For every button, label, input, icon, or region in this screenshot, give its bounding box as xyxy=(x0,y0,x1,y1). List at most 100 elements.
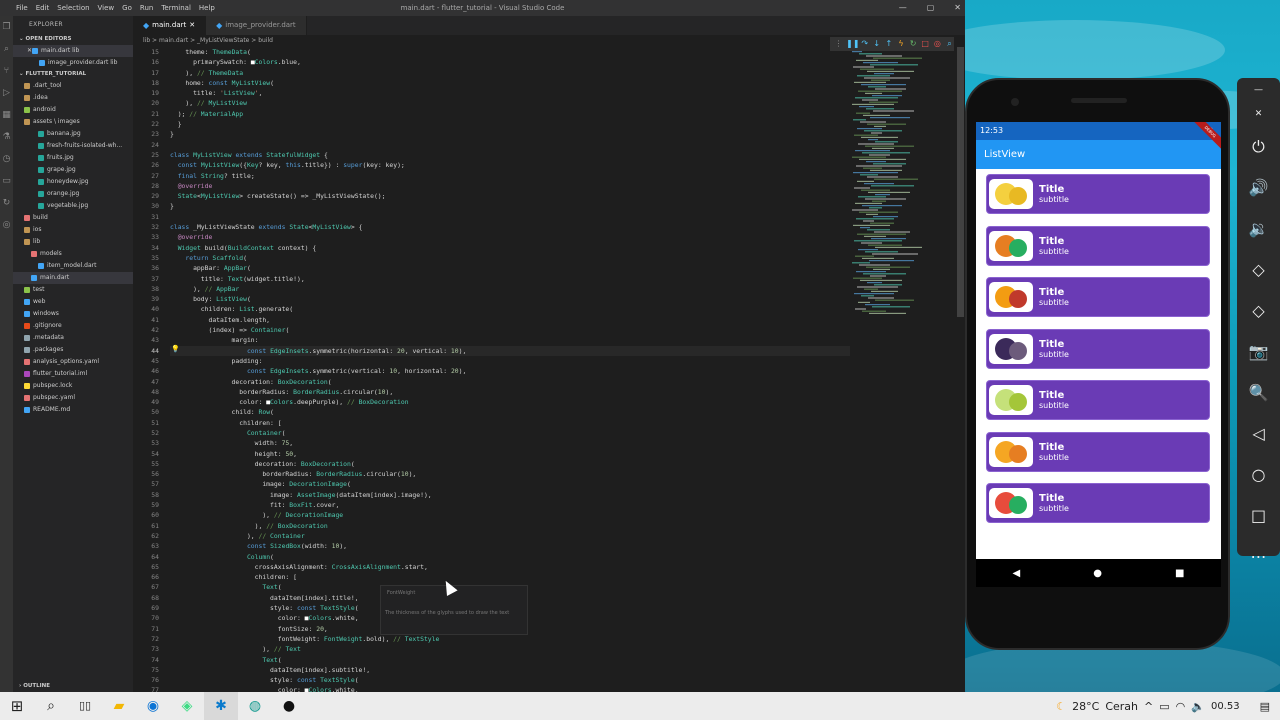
code-line[interactable]: body: ListView( xyxy=(170,294,850,304)
close-icon[interactable]: ✕ xyxy=(189,16,195,35)
list-item[interactable]: Title subtitle xyxy=(986,277,1210,317)
run-debug-icon[interactable]: ▷ xyxy=(0,82,13,104)
camera-icon[interactable]: 📷 xyxy=(1237,331,1280,372)
code-line[interactable]: Text( xyxy=(170,655,850,665)
code-line[interactable]: Widget build(BuildContext context) { xyxy=(170,243,850,253)
tree-item[interactable]: .idea xyxy=(13,92,133,104)
more-icon[interactable]: ⋯ xyxy=(1237,536,1280,577)
tree-item[interactable]: item_model.dart xyxy=(13,260,133,272)
code-line[interactable]: title: 'ListView', xyxy=(170,88,850,98)
minimap[interactable] xyxy=(850,47,956,692)
home-icon[interactable]: ● xyxy=(1093,568,1102,579)
outline-header[interactable]: › OUTLINE xyxy=(13,681,133,692)
list-item[interactable]: Title subtitle xyxy=(986,380,1210,420)
wifi-icon[interactable]: ◠ xyxy=(1176,700,1186,713)
minimize-icon[interactable]: — xyxy=(1237,78,1280,102)
code-line[interactable]: ), // ThemeData xyxy=(170,68,850,78)
task-view-icon[interactable]: ▯▯ xyxy=(68,692,102,720)
tree-item[interactable]: ios xyxy=(13,224,133,236)
list-item[interactable]: Title subtitle xyxy=(986,225,1210,266)
volume-down-icon[interactable]: 🔉 xyxy=(1237,208,1280,249)
code-line[interactable]: ), // MyListView xyxy=(170,98,850,108)
search-icon[interactable]: ⌕ xyxy=(0,38,13,60)
home-icon[interactable]: ○ xyxy=(1237,454,1280,495)
tree-item[interactable]: .metadata xyxy=(13,332,133,344)
code-line[interactable]: State<MyListView> createState() => _MyLi… xyxy=(170,191,850,201)
code-line[interactable]: return Scaffold( xyxy=(170,253,850,263)
tree-item[interactable]: android xyxy=(13,104,133,116)
rotate-left-icon[interactable]: ◇ xyxy=(1237,249,1280,290)
list-item[interactable]: Title subtitle xyxy=(986,174,1210,214)
teams-icon[interactable]: ◍ xyxy=(238,692,272,720)
tree-item[interactable]: flutter_tutorial.iml xyxy=(13,368,133,380)
code-line[interactable]: ), // Text xyxy=(170,644,850,654)
code-line[interactable]: } xyxy=(170,129,850,139)
open-editors-header[interactable]: ⌄ OPEN EDITORS xyxy=(13,34,133,45)
volume-up-icon[interactable]: 🔊 xyxy=(1237,167,1280,208)
globe-icon[interactable]: ◎ xyxy=(0,214,13,236)
code-line[interactable]: const EdgeInsets.symmetric(vertical: 10,… xyxy=(170,366,850,376)
back-icon[interactable]: ◁ xyxy=(1237,413,1280,454)
git-lens-icon[interactable]: ◷ xyxy=(0,148,13,170)
network-icon[interactable]: ▭ xyxy=(1159,700,1169,713)
tree-item[interactable]: README.md xyxy=(13,404,133,416)
tree-item[interactable]: test xyxy=(13,284,133,296)
code-line[interactable]: ); // MaterialApp xyxy=(170,109,850,119)
chevron-up-icon[interactable]: ^ xyxy=(1144,700,1153,713)
tree-item[interactable]: .dart_tool xyxy=(13,80,133,92)
minimize-icon[interactable]: — xyxy=(899,0,907,16)
code-line[interactable]: image: AssetImage(dataItem[index].image!… xyxy=(170,490,850,500)
code-line[interactable]: children: List.generate( xyxy=(170,304,850,314)
search-icon[interactable]: ⌕ xyxy=(34,692,68,720)
notifications-icon[interactable]: ▤ xyxy=(1260,700,1270,713)
open-editor-item[interactable]: ✕ main.dart lib xyxy=(13,45,133,57)
scrollbar-thumb[interactable] xyxy=(957,47,964,317)
code-line[interactable] xyxy=(170,140,850,150)
list-item[interactable]: Title subtitle xyxy=(986,328,1210,369)
tree-item[interactable]: .gitignore xyxy=(13,320,133,332)
code-line[interactable]: const MyListView({Key? key, this.title})… xyxy=(170,160,850,170)
volume-icon[interactable]: 🔈 xyxy=(1191,700,1205,713)
code-line[interactable]: } xyxy=(170,201,850,211)
back-icon[interactable]: ◀ xyxy=(1013,568,1021,579)
tree-item[interactable]: models xyxy=(13,248,133,260)
code-line[interactable] xyxy=(170,212,850,222)
code-line[interactable]: home: const MyListView( xyxy=(170,78,850,88)
code-line[interactable]: Container( xyxy=(170,428,850,438)
code-line[interactable]: ), // Container xyxy=(170,531,850,541)
code-line[interactable]: style: const TextStyle( xyxy=(170,675,850,685)
code-line[interactable]: fit: BoxFit.cover, xyxy=(170,500,850,510)
code-line[interactable]: final String? title; xyxy=(170,171,850,181)
tab-main-dart[interactable]: ◆ main.dart ✕ xyxy=(133,16,207,35)
code-line[interactable]: child: Row( xyxy=(170,407,850,417)
code-line[interactable]: ), // BoxDecoration xyxy=(170,521,850,531)
lightbulb-icon[interactable]: 💡 xyxy=(171,345,180,353)
code-line[interactable]: crossAxisAlignment: CrossAxisAlignment.s… xyxy=(170,562,850,572)
code-line[interactable]: appBar: AppBar( xyxy=(170,263,850,273)
code-line[interactable]: class MyListView extends StatefulWidget … xyxy=(170,150,850,160)
code-line[interactable]: color: ■Colors.deepPurple), // BoxDecora… xyxy=(170,397,850,407)
tree-item[interactable]: lib xyxy=(13,236,133,248)
code-line[interactable]: height: 50, xyxy=(170,449,850,459)
remote-icon[interactable]: ▭ xyxy=(0,170,13,192)
code-line[interactable]: ), // AppBar xyxy=(170,284,850,294)
maximize-icon[interactable]: ▢ xyxy=(927,0,935,16)
code-line[interactable]: children: [ xyxy=(170,572,850,582)
tree-item[interactable]: orange.jpg xyxy=(13,188,133,200)
code-line[interactable]: dataItem.length, xyxy=(170,315,850,325)
tree-item[interactable]: assets \ images xyxy=(13,116,133,128)
obs-icon[interactable]: ● xyxy=(272,692,306,720)
windows-start-icon[interactable]: ⊞ xyxy=(0,692,34,720)
code-line[interactable]: margin: xyxy=(170,335,850,345)
code-line[interactable]: } xyxy=(170,119,850,129)
list-item[interactable]: Title subtitle xyxy=(986,431,1210,472)
vscode-icon[interactable]: ✱ xyxy=(204,692,238,720)
tree-item[interactable]: windows xyxy=(13,308,133,320)
code-line[interactable]: theme: ThemeData( xyxy=(170,47,850,57)
temperature[interactable]: 28°C xyxy=(1072,700,1099,713)
code-line[interactable]: decoration: BoxDecoration( xyxy=(170,377,850,387)
code-line[interactable]: const EdgeInsets.symmetric(horizontal: 2… xyxy=(170,345,850,356)
open-editor-item[interactable]: image_provider.dart lib xyxy=(13,57,133,69)
explorer-icon[interactable]: ❐ xyxy=(0,16,13,38)
code-line[interactable]: children: [ xyxy=(170,418,850,428)
